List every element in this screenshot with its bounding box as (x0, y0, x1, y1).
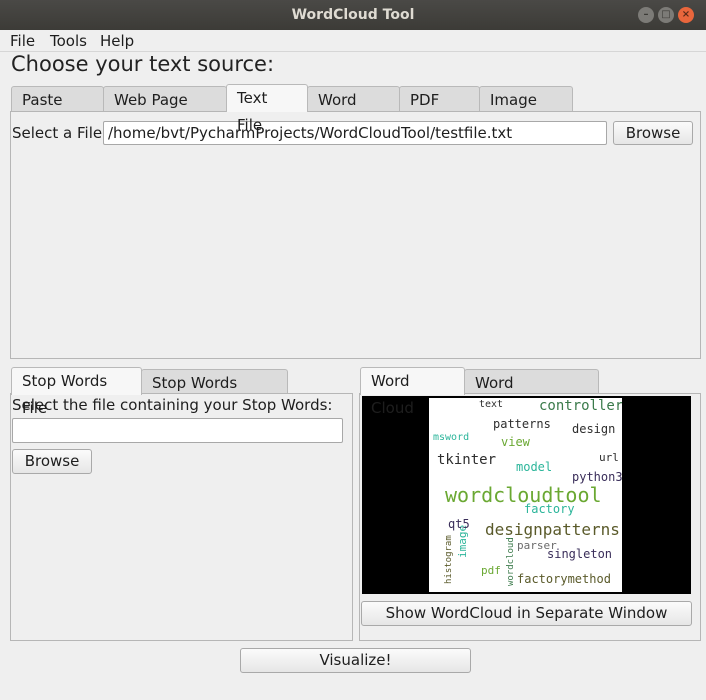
cloud-word: text (479, 399, 504, 410)
select-file-label: Select a File: (12, 124, 108, 142)
stopwords-path-input[interactable] (12, 418, 343, 443)
menu-help[interactable]: Help (100, 32, 134, 50)
cloud-word: designpatterns (485, 520, 620, 539)
cloud-word: controller (539, 398, 622, 414)
visualize-button[interactable]: Visualize! (240, 648, 471, 673)
tab-word-doc[interactable]: Word Doc (307, 86, 400, 136)
maximize-icon[interactable]: □ (658, 7, 674, 23)
tab-stop-words-file[interactable]: Stop Words File (11, 367, 142, 417)
cloud-word: pdf (481, 564, 501, 577)
window-title: WordCloud Tool (291, 7, 415, 23)
tab-web-page-url[interactable]: Web Page URL (103, 86, 227, 136)
close-icon[interactable]: × (678, 7, 694, 23)
cloud-word: python3 (572, 470, 622, 484)
cloud-word: factorymethod (517, 572, 611, 586)
cloud-word: view (501, 435, 530, 449)
output-tab-bar: Word Cloud Word Histogram (360, 367, 599, 419)
tab-word-histogram[interactable]: Word Histogram (464, 369, 599, 419)
minimize-icon[interactable]: – (638, 7, 654, 23)
source-tab-bar: Paste Text Web Page URL Text File Word D… (11, 84, 573, 136)
stopwords-label: Select the file containing your Stop Wor… (12, 396, 333, 414)
menu-bar: File Tools Help (0, 30, 706, 52)
file-path-input[interactable]: /home/bvt/PycharmProjects/WordCloudTool/… (103, 121, 607, 145)
tab-image-file[interactable]: Image File (479, 86, 573, 136)
show-wordcloud-window-button[interactable]: Show WordCloud in Separate Window (361, 601, 692, 626)
window-titlebar: WordCloud Tool – □ × (0, 0, 706, 30)
cloud-word: patterns (493, 417, 551, 431)
page-title: Choose your text source: (11, 52, 275, 76)
cloud-word: wordcloud (506, 537, 516, 586)
menu-file[interactable]: File (10, 32, 35, 50)
cloud-word: histogram (444, 535, 454, 584)
stopwords-tab-bar: Stop Words File Stop Words Editor (11, 367, 288, 419)
cloud-word: model (516, 460, 553, 474)
cloud-word: parser (517, 539, 557, 552)
tab-stop-words-editor[interactable]: Stop Words Editor (141, 369, 288, 419)
cloud-word: tkinter (437, 452, 497, 468)
tab-pdf-file[interactable]: PDF File (399, 86, 480, 136)
tab-word-cloud[interactable]: Word Cloud (360, 367, 465, 417)
browse-file-button[interactable]: Browse (613, 121, 693, 145)
cloud-word: design (572, 422, 616, 436)
source-panel (10, 111, 701, 359)
cloud-word: factory (524, 502, 575, 516)
menu-tools[interactable]: Tools (50, 32, 87, 50)
browse-stopwords-button[interactable]: Browse (12, 449, 92, 474)
cloud-word: qt5 (448, 517, 470, 531)
wordcloud-image: wordcloudtool designpatterns controller … (429, 398, 622, 592)
tab-text-file[interactable]: Text File (226, 84, 308, 134)
cloud-word: msword (433, 432, 470, 443)
cloud-word: url (599, 451, 619, 464)
tab-paste-text[interactable]: Paste Text (11, 86, 104, 136)
